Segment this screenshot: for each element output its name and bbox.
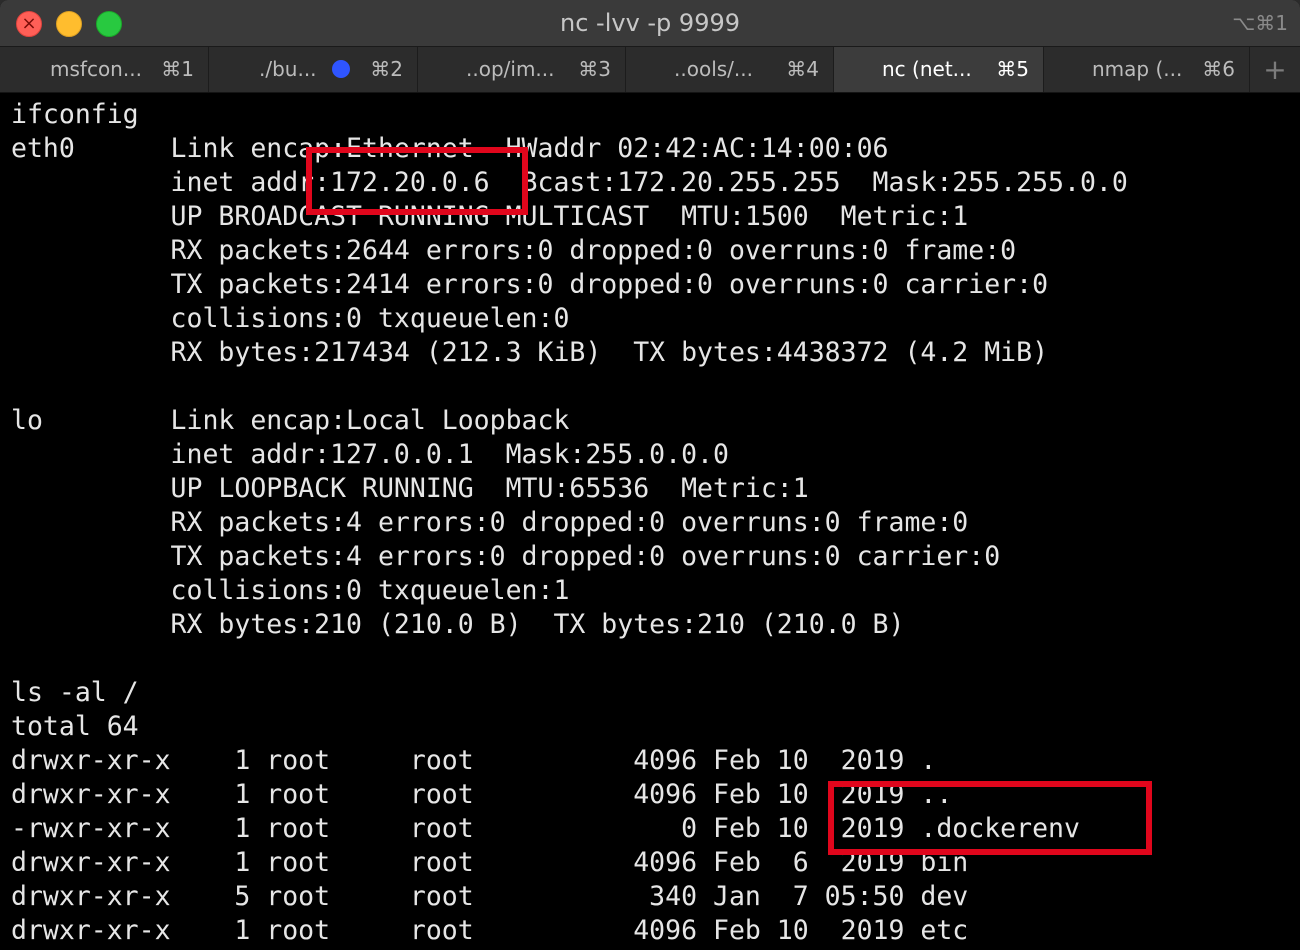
tab-build[interactable]: ./bu... ⌘2 [209,47,418,92]
tab-nmap[interactable]: nmap (... ⌘6 [1044,47,1250,92]
dockerenv-highlight-box [828,781,1152,855]
terminal-line: RX bytes:210 (210.0 B) TX bytes:210 (210… [11,609,905,640]
tab-shortcut: ⌘4 [786,57,819,81]
terminal-line: ls -al / [11,677,139,708]
terminal-line: drwxr-xr-x 1 root root 4096 Feb 6 2019 b… [11,847,969,878]
tab-shortcut: ⌘2 [370,57,403,81]
terminal-line: lo Link encap:Local Loopback [11,405,570,436]
terminal-line: inet addr:172.20.0.6 Bcast:172.20.255.25… [11,167,1128,198]
terminal-line: drwxr-xr-x 1 root root 4096 Feb 10 2019 … [11,779,953,810]
activity-indicator-icon [332,60,350,78]
terminal-line: TX packets:4 errors:0 dropped:0 overruns… [11,541,1001,572]
tab-msfconsole[interactable]: msfcon... ⌘1 [0,47,209,92]
tab-shortcut: ⌘1 [161,57,194,81]
terminal-line: RX packets:4 errors:0 dropped:0 overruns… [11,507,969,538]
tab-label: nmap (... [1092,57,1183,81]
terminal-line: UP LOOPBACK RUNNING MTU:65536 Metric:1 [11,473,809,504]
tab-label: msfcon... [50,57,142,81]
tab-shortcut: ⌘5 [996,57,1029,81]
new-tab-button[interactable]: + [1250,47,1300,92]
ip-address-highlight-box [306,147,528,215]
terminal-line: drwxr-xr-x 1 root root 4096 Feb 10 2019 … [11,915,969,946]
terminal-line: TX packets:2414 errors:0 dropped:0 overr… [11,269,1049,300]
terminal-window: × nc -lvv -p 9999 ⌥⌘1 msfcon... ⌘1 ./bu.… [0,0,1300,950]
window-title: nc -lvv -p 9999 [560,9,740,37]
terminal-line: RX bytes:217434 (212.3 KiB) TX bytes:443… [11,337,1049,368]
terminal-line: collisions:0 txqueuelen:1 [11,575,570,606]
terminal-line: inet addr:127.0.0.1 Mask:255.0.0.0 [11,439,729,470]
terminal-line: RX packets:2644 errors:0 dropped:0 overr… [11,235,1017,266]
tab-label: ..op/im... [466,57,555,81]
title-bar[interactable]: × nc -lvv -p 9999 ⌥⌘1 [0,0,1300,47]
terminal-line: collisions:0 txqueuelen:0 [11,303,570,334]
tab-label: ..ools/... [674,57,753,81]
tab-ools[interactable]: ..ools/... ⌘4 [626,47,834,92]
tab-op-im[interactable]: ..op/im... ⌘3 [418,47,626,92]
tab-label: nc (net... [882,57,972,81]
window-shortcut: ⌥⌘1 [1232,11,1288,35]
terminal-line: drwxr-xr-x 5 root root 340 Jan 7 05:50 d… [11,881,969,912]
tab-shortcut: ⌘3 [578,57,611,81]
tab-shortcut: ⌘6 [1202,57,1235,81]
tab-nc[interactable]: nc (net... ⌘5 [834,47,1044,92]
terminal-line: drwxr-xr-x 1 root root 4096 Feb 10 2019 … [11,745,937,776]
tab-label: ./bu... [259,57,317,81]
terminal-line: ifconfig [11,99,139,130]
terminal-line: total 64 [11,711,139,742]
tab-bar: msfcon... ⌘1 ./bu... ⌘2 ..op/im... ⌘3 ..… [0,47,1300,93]
